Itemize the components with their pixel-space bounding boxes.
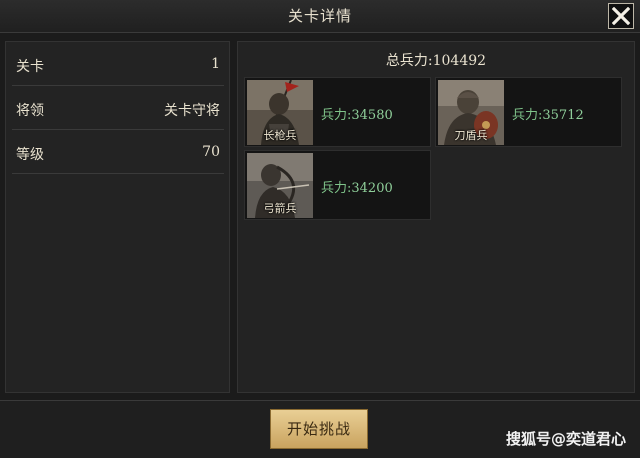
unit-name: 刀盾兵 xyxy=(454,129,488,142)
info-value: 70 xyxy=(202,144,220,160)
info-row-grade: 等级 70 xyxy=(12,130,224,174)
unit-power: 兵力:34200 xyxy=(321,177,393,196)
unit-power-label: 兵力: xyxy=(321,181,352,196)
info-label: 关卡 xyxy=(16,59,44,75)
unit-power-value: 34200 xyxy=(351,181,393,196)
info-label: 将领 xyxy=(16,103,44,119)
unit-name: 长枪兵 xyxy=(263,129,297,142)
unit-portrait: 弓箭兵 xyxy=(247,153,313,218)
title-bar: 关卡详情 xyxy=(0,0,640,33)
unit-card-archer[interactable]: 弓箭兵 兵力:34200 xyxy=(244,150,431,220)
close-button[interactable] xyxy=(608,3,634,29)
unit-power: 兵力:35712 xyxy=(512,104,584,123)
unit-power: 兵力:34580 xyxy=(321,104,393,123)
unit-power-label: 兵力: xyxy=(512,108,543,123)
unit-card-shield[interactable]: 刀盾兵 兵力:35712 xyxy=(435,77,622,147)
info-row-general: 将领 关卡守将 xyxy=(12,86,224,130)
unit-power-label: 兵力: xyxy=(321,108,352,123)
start-challenge-button[interactable]: 开始挑战 xyxy=(270,409,368,449)
unit-card-spearman[interactable]: 长枪兵 兵力:34580 xyxy=(244,77,431,147)
unit-name: 弓箭兵 xyxy=(263,202,297,215)
unit-portrait: 刀盾兵 xyxy=(438,80,504,145)
unit-portrait: 长枪兵 xyxy=(247,80,313,145)
unit-power-value: 35712 xyxy=(542,108,584,123)
info-value: 1 xyxy=(211,56,220,72)
info-row-level: 关卡 1 xyxy=(12,42,224,86)
unit-power-value: 34580 xyxy=(351,108,393,123)
window-title: 关卡详情 xyxy=(287,7,352,25)
total-power: 总兵力:104492 xyxy=(385,53,487,69)
close-icon xyxy=(612,7,630,25)
info-value: 关卡守将 xyxy=(164,103,220,119)
watermark: 搜狐号@奕道君心 xyxy=(505,430,626,448)
level-info-panel: 关卡 1 将领 关卡守将 等级 70 xyxy=(5,41,230,393)
info-label: 等级 xyxy=(16,147,44,163)
army-panel: 总兵力:104492 长枪兵 兵力:34580 刀盾兵 兵力:35712 弓箭兵… xyxy=(237,41,635,393)
